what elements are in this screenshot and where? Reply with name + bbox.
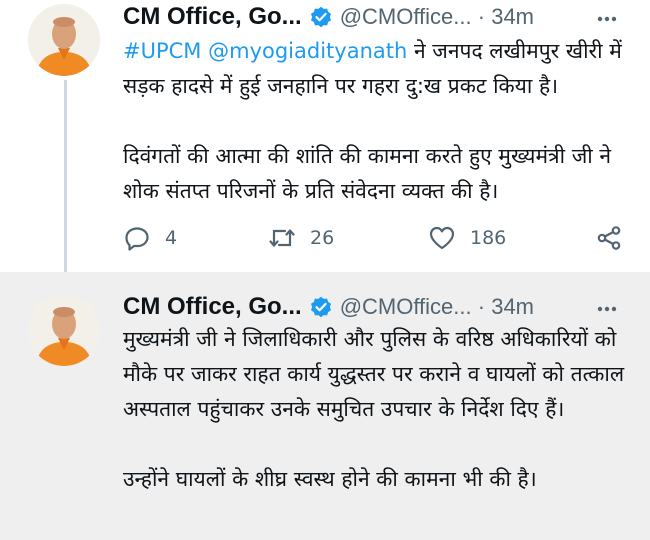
display-name[interactable]: CM Office, Go... <box>123 3 302 31</box>
share-icon <box>597 226 621 250</box>
tweet-paragraph: मुख्यमंत्री जी ने जिलाधिकारी और पुलिस के… <box>123 327 625 421</box>
share-button[interactable] <box>595 220 623 256</box>
tweet-text: #UPCM @myogiadityanath ने जनपद लखीमपुर ख… <box>123 34 633 209</box>
avatar[interactable] <box>28 294 100 366</box>
retweet-count: 26 <box>310 227 335 249</box>
more-icon[interactable] <box>594 296 620 322</box>
thread-connector-line <box>64 80 67 272</box>
tweet-paragraph: दिवंगतों की आत्मा की शांति की कामना करते… <box>123 144 612 203</box>
verified-badge-icon <box>310 6 332 28</box>
tweet-header: CM Office, Go... @CMOffice... · 34m <box>123 2 534 32</box>
like-button[interactable]: 186 <box>428 220 506 256</box>
retweet-icon <box>269 229 295 247</box>
avatar[interactable] <box>28 4 100 76</box>
verified-badge-icon <box>310 296 332 318</box>
timestamp-text: · 34m <box>477 294 535 319</box>
timestamp[interactable]: · 34m <box>472 4 534 30</box>
tweet-1[interactable]: CM Office, Go... @CMOffice... · 34m #UPC… <box>0 0 650 272</box>
like-icon <box>429 226 455 250</box>
timestamp[interactable]: · 34m <box>472 294 534 320</box>
tweet-paragraph: #UPCM @myogiadityanath ने जनपद लखीमपुर ख… <box>123 34 633 104</box>
tweet-actions: 4 26 186 <box>123 220 623 256</box>
timestamp-text: · 34m <box>477 4 535 29</box>
like-count: 186 <box>470 227 507 249</box>
tweet-2[interactable]: CM Office, Go... @CMOffice... · 34m मुख्… <box>0 272 650 540</box>
tweet-header: CM Office, Go... @CMOffice... · 34m <box>123 292 534 322</box>
tweet-paragraph: उन्होंने घायलों के शीघ्र स्वस्थ होने की … <box>123 467 537 491</box>
retweet-button[interactable]: 26 <box>268 220 334 256</box>
display-name[interactable]: CM Office, Go... <box>123 293 302 321</box>
reply-button[interactable]: 4 <box>123 220 177 256</box>
handle[interactable]: @CMOffice... <box>340 4 472 30</box>
mention-link[interactable]: @myogiadityanath <box>208 39 407 63</box>
more-icon[interactable] <box>594 6 620 32</box>
handle[interactable]: @CMOffice... <box>340 294 472 320</box>
reply-count: 4 <box>165 227 178 249</box>
tweet-text: मुख्यमंत्री जी ने जिलाधिकारी और पुलिस के… <box>123 322 633 497</box>
reply-icon <box>125 227 149 251</box>
hashtag-link[interactable]: #UPCM <box>123 39 201 63</box>
